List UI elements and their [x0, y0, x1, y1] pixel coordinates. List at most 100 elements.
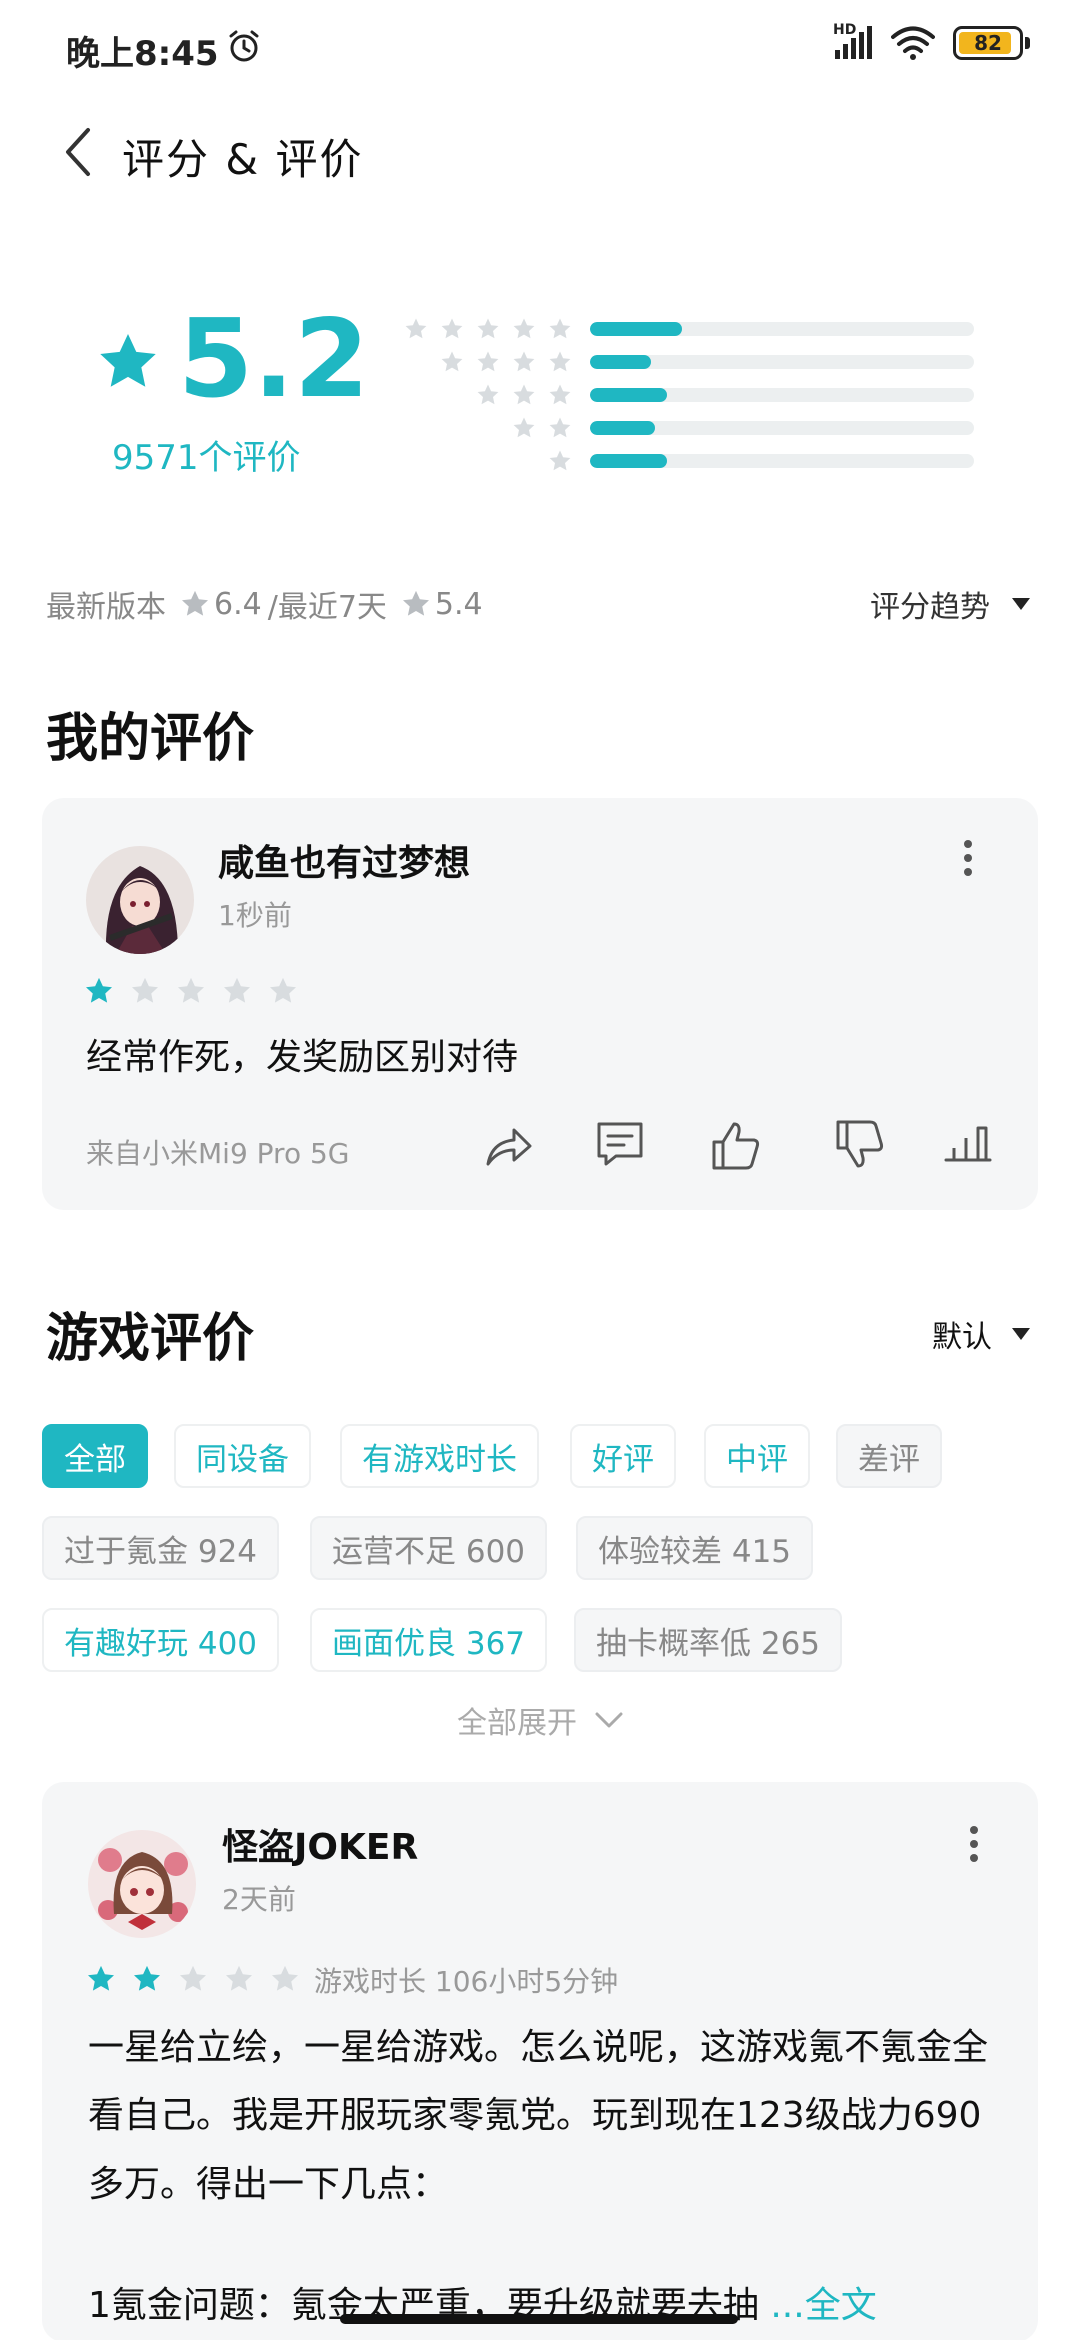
filter-tag[interactable]: 中评	[704, 1424, 810, 1488]
distribution-bar-track	[590, 387, 974, 402]
distribution-bar-fill	[590, 387, 667, 402]
my-review-card[interactable]: 咸鱼也有过梦想 1秒前 经常作死，发奖励区别对待 来自小米Mi9 Pro 5G	[42, 798, 1038, 1210]
version-rating-line: 最新版本 6.4 /最近7天 5.4	[46, 582, 483, 626]
average-score: 5.2	[178, 297, 370, 422]
sort-dropdown[interactable]: 默认	[932, 1312, 1030, 1356]
review-count: 9571个评价	[112, 438, 301, 478]
sort-label: 默认	[932, 1320, 992, 1355]
trend-label: 评分趋势	[870, 590, 990, 625]
cellular-signal-icon: HD	[833, 22, 873, 60]
filter-tag[interactable]: 好评	[570, 1424, 676, 1488]
thumbs-down-icon[interactable]	[834, 1118, 886, 1170]
status-time: 晚上8:45	[66, 34, 219, 74]
page-title: 评分 & 评价	[122, 135, 364, 184]
username[interactable]: 怪盗JOKER	[222, 1818, 418, 1870]
more-options-icon[interactable]	[964, 1822, 984, 1866]
distribution-bar-fill	[590, 453, 667, 468]
filter-tag[interactable]: 同设备	[174, 1424, 311, 1488]
distribution-bar-track	[590, 453, 974, 468]
review-text: 一星给立绘，一星给游戏。怎么说呢，这游戏氪不氪金全看自己。我是开服玩家零氪党。玩…	[88, 2027, 989, 2205]
latest-version-score: 6.4	[214, 586, 262, 622]
my-review-text: 经常作死，发奖励区别对待	[86, 1037, 519, 1078]
avatar[interactable]	[88, 1830, 196, 1938]
battery-icon: 82	[953, 26, 1023, 60]
avatar[interactable]	[86, 846, 194, 954]
read-more-link[interactable]: ...全文	[770, 2285, 876, 2326]
recent-label: /最近7天	[267, 590, 387, 625]
star-icon	[548, 383, 572, 407]
distribution-bar-fill	[590, 420, 656, 435]
status-icons: HD 82	[833, 22, 1030, 60]
star-icon	[476, 350, 500, 374]
review-time: 1秒前	[218, 899, 292, 932]
star-icon	[182, 590, 208, 616]
star-icon	[100, 334, 156, 387]
expand-all-button[interactable]: 全部展开	[0, 1698, 1080, 1742]
filled-star-icon	[132, 1964, 162, 1994]
filter-tag[interactable]: 画面优良 367	[310, 1608, 548, 1672]
star-icon	[440, 350, 464, 374]
rating-summary: 5.2 9571个评价	[0, 290, 1080, 510]
expand-label: 全部展开	[457, 1706, 577, 1741]
star-icon	[402, 590, 429, 616]
star-icon	[512, 383, 536, 407]
star-icon	[548, 416, 572, 440]
playtime: 游戏时长 106小时5分钟	[314, 1965, 619, 1998]
star-icon	[548, 449, 572, 473]
star-icon	[476, 317, 500, 341]
comment-icon[interactable]	[594, 1118, 646, 1170]
empty-star-icon	[130, 976, 160, 1006]
review-text-truncated: 1氪金问题：氪金太严重，要升级就要去抽 ...全文	[88, 2272, 998, 2340]
back-arrow-icon[interactable]	[58, 124, 102, 180]
share-icon[interactable]	[482, 1120, 534, 1172]
filter-tag[interactable]: 有游戏时长	[340, 1424, 539, 1488]
filter-tag[interactable]: 抽卡概率低 265	[574, 1608, 843, 1672]
distribution-bar-fill	[590, 321, 683, 336]
star-icon	[404, 317, 428, 341]
star-icon	[476, 383, 500, 407]
latest-version-label: 最新版本	[46, 590, 166, 625]
star-icon	[548, 317, 572, 341]
filter-tag[interactable]: 运营不足 600	[310, 1516, 548, 1580]
distribution-bar-fill	[590, 354, 652, 369]
game-reviews-title: 游戏评价	[46, 1309, 255, 1369]
distribution-bar-track	[590, 354, 974, 369]
app-header: 评分 & 评价	[0, 110, 1080, 192]
filter-tag[interactable]: 有趣好玩 400	[42, 1608, 280, 1672]
empty-star-icon	[178, 1964, 208, 1994]
star-icon	[512, 416, 536, 440]
distribution-row-5-star	[396, 312, 996, 345]
more-options-icon[interactable]	[958, 836, 978, 880]
status-bar: 晚上8:45 HD 82	[0, 0, 1080, 96]
filter-tag[interactable]: 体验较差 415	[576, 1516, 814, 1580]
stats-chart-icon[interactable]	[942, 1116, 994, 1168]
recent-score: 5.4	[434, 586, 483, 622]
rating-distribution	[396, 312, 996, 477]
dropdown-triangle-icon	[1012, 1328, 1030, 1340]
review-time: 2天前	[222, 1883, 296, 1916]
distribution-bar-track	[590, 321, 974, 336]
empty-star-icon	[222, 976, 252, 1006]
filter-tag[interactable]: 过于氪金 924	[42, 1516, 280, 1580]
distribution-row-2-star	[396, 411, 996, 444]
star-icon	[548, 350, 572, 374]
chevron-down-icon	[595, 1712, 623, 1728]
star-icon	[512, 317, 536, 341]
review-rating-stars	[86, 1964, 300, 1994]
filled-star-icon	[84, 976, 114, 1006]
filter-tag[interactable]: 全部	[42, 1424, 148, 1488]
home-indicator[interactable]	[340, 2314, 738, 2324]
distribution-row-1-star	[396, 444, 996, 477]
distribution-row-3-star	[396, 378, 996, 411]
my-review-title: 我的评价	[46, 709, 255, 769]
username[interactable]: 咸鱼也有过梦想	[218, 834, 470, 886]
filter-tag[interactable]: 差评	[836, 1424, 942, 1488]
thumbs-up-icon[interactable]	[710, 1120, 762, 1172]
distribution-row-4-star	[396, 345, 996, 378]
battery-level: 82	[974, 31, 1002, 55]
my-rating-stars	[84, 976, 298, 1006]
empty-star-icon	[176, 976, 206, 1006]
review-card[interactable]: 怪盗JOKER 2天前 游戏时长 106小时5分钟 一星给立绘，一星给游戏。怎么…	[42, 1782, 1038, 2340]
distribution-bar-track	[590, 420, 974, 435]
rating-trend-dropdown[interactable]: 评分趋势	[870, 582, 1030, 626]
